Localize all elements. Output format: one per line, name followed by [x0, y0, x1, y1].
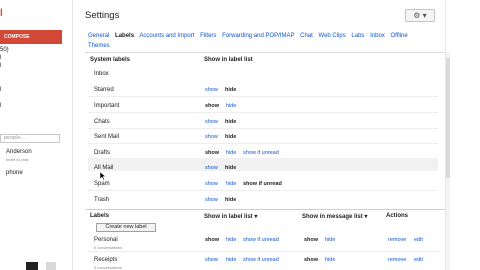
- label-inbox: Inbox: [94, 71, 109, 77]
- label-important: Important: [94, 103, 120, 109]
- label-name: Receipts: [94, 257, 118, 263]
- hide-selected[interactable]: hide: [225, 134, 236, 140]
- label-all-mail: All Mail: [94, 165, 114, 171]
- label-count: 0 conversations: [94, 265, 123, 270]
- show-link[interactable]: show: [205, 165, 218, 171]
- divider: [85, 52, 445, 53]
- contact-name[interactable]: Anderson: [6, 149, 32, 155]
- nav-item[interactable]: l: [0, 103, 1, 109]
- show-link[interactable]: show: [205, 134, 218, 140]
- show-selected[interactable]: show: [205, 237, 219, 243]
- show-in-label-list-header[interactable]: Show in label list ▾: [204, 213, 257, 220]
- show-link[interactable]: show: [205, 87, 218, 93]
- hide-link[interactable]: hide: [226, 181, 236, 187]
- show-link[interactable]: show: [205, 119, 218, 125]
- label-name: Personal: [94, 237, 118, 243]
- hide-link[interactable]: hide: [226, 237, 236, 243]
- hide-link[interactable]: hide: [226, 103, 236, 109]
- tab-chat[interactable]: Chat: [300, 33, 313, 39]
- labels-header: Labels: [90, 213, 110, 219]
- hide-selected[interactable]: hide: [225, 197, 236, 203]
- divider: [88, 251, 438, 252]
- nav-item[interactable]: l: [0, 87, 1, 93]
- tab-offline[interactable]: Offline: [390, 33, 407, 39]
- show-selected[interactable]: show: [205, 103, 219, 109]
- chat-icon[interactable]: [26, 262, 38, 270]
- tab-themes[interactable]: Themes: [88, 43, 110, 49]
- show-if-unread-selected[interactable]: show if unread: [243, 181, 282, 187]
- hide-selected[interactable]: hide: [225, 165, 236, 171]
- show-link[interactable]: show: [205, 197, 218, 203]
- remove-link[interactable]: remove: [388, 257, 406, 263]
- contact-name[interactable]: phone: [6, 170, 23, 176]
- scrollbar-thumb[interactable]: [446, 58, 450, 178]
- tab-web-clips[interactable]: Web Clips: [319, 33, 346, 39]
- left-navigation: l COMPOSE 50) l l l l people... Anderson…: [0, 0, 73, 270]
- hide-selected[interactable]: hide: [225, 119, 236, 125]
- compose-button[interactable]: COMPOSE: [0, 30, 62, 44]
- tab-labels[interactable]: Labels: [115, 33, 134, 39]
- tab-inbox[interactable]: Inbox: [370, 33, 385, 39]
- actions-header: Actions: [386, 213, 409, 219]
- show-if-unread-link[interactable]: show if unread: [243, 150, 279, 156]
- inbox-count[interactable]: 50): [0, 47, 9, 53]
- hide-selected[interactable]: hide: [225, 87, 236, 93]
- label-chats: Chats: [94, 119, 110, 125]
- show-link[interactable]: show: [205, 257, 218, 263]
- phone-icon[interactable]: [46, 262, 56, 270]
- show-link[interactable]: show: [205, 181, 218, 187]
- divider: [88, 128, 438, 129]
- show-selected[interactable]: show: [304, 237, 318, 243]
- system-labels-header: System labels: [90, 57, 131, 63]
- chat-search-input[interactable]: people...: [0, 134, 60, 143]
- hide-link[interactable]: hide: [226, 257, 236, 263]
- show-selected[interactable]: show: [304, 257, 318, 263]
- show-if-unread-link[interactable]: show if unread: [243, 257, 279, 263]
- show-in-label-list-header: Show in label list: [204, 57, 253, 63]
- divider: [88, 143, 438, 144]
- tab-labs[interactable]: Labs: [351, 33, 364, 39]
- tab-general[interactable]: General: [88, 33, 109, 39]
- nav-item[interactable]: l: [0, 55, 1, 61]
- hide-link[interactable]: hide: [325, 237, 335, 243]
- gmail-logo[interactable]: l: [0, 8, 3, 19]
- show-selected[interactable]: show: [205, 150, 219, 156]
- divider: [88, 112, 438, 113]
- show-if-unread-link[interactable]: show if unread: [243, 237, 279, 243]
- tab-forwarding[interactable]: Forwarding and POP/IMAP: [222, 33, 294, 39]
- divider: [88, 96, 438, 97]
- tab-filters[interactable]: Filters: [200, 33, 216, 39]
- label-drafts: Drafts: [94, 150, 111, 156]
- edit-link[interactable]: edit: [414, 237, 423, 243]
- label-starred: Starred: [94, 87, 114, 93]
- nav-item[interactable]: l: [0, 63, 1, 69]
- label-trash: Trash: [94, 197, 110, 203]
- page-title: Settings: [85, 10, 120, 21]
- tab-accounts[interactable]: Accounts and Import: [139, 33, 194, 39]
- divider: [85, 209, 445, 210]
- settings-tabs: General Labels Accounts and Import Filte…: [88, 31, 438, 51]
- contact-status: invite to chat: [6, 157, 29, 162]
- hover-highlight: [88, 158, 438, 171]
- edit-link[interactable]: edit: [414, 257, 423, 263]
- remove-link[interactable]: remove: [388, 237, 406, 243]
- label-spam: Spam: [94, 181, 110, 187]
- create-new-label-button[interactable]: Create new label: [96, 223, 156, 232]
- hide-link[interactable]: hide: [325, 257, 335, 263]
- label-count: 0 conversations: [94, 245, 123, 250]
- divider: [88, 190, 438, 191]
- gear-icon[interactable]: ⚙ ▾: [405, 9, 435, 22]
- mouse-cursor-icon: [100, 172, 106, 180]
- show-in-message-list-header[interactable]: Show in message list ▾: [302, 213, 367, 220]
- hide-link[interactable]: hide: [226, 150, 236, 156]
- label-sent-mail: Sent Mail: [94, 134, 120, 140]
